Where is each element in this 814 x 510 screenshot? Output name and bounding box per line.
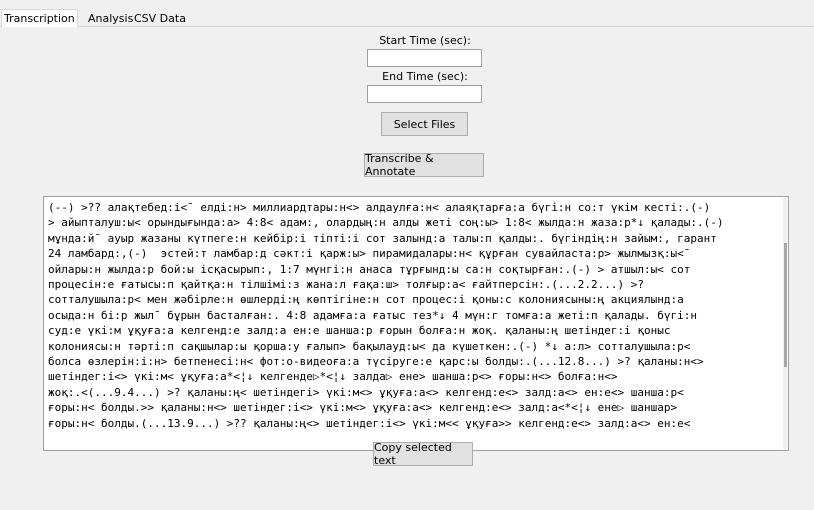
- transcript-line: болса өзлерін:і:н> бетпенесі:н< фот:о-ви…: [48, 355, 704, 369]
- tab-analysis[interactable]: Analysis: [86, 12, 135, 26]
- tab-transcription[interactable]: Transcription: [1, 9, 78, 27]
- transcript-line: шетіндег:і<> үкі:м< ұқуға:а*<¦↓ келгенде…: [48, 370, 618, 384]
- end-time-input[interactable]: [367, 85, 482, 103]
- transcript-line: сотталушыла:р< мен жәбірле:н өшлерді:ң к…: [48, 293, 684, 307]
- end-time-label: End Time (sec):: [382, 70, 468, 83]
- transcript-text-area[interactable]: (--) >?? алақтебед:і<¯ елді:н> миллиардт…: [43, 196, 789, 451]
- transcript-line: суд:е үкі:м ұқуға:а келгенд:е залд:а ен:…: [48, 324, 671, 338]
- transcript-line: осыда:н бі:р жыл¯ бұрын басталған:. 4:8 …: [48, 308, 698, 322]
- copy-selected-text-button[interactable]: Copy selected text: [373, 441, 473, 467]
- transcript-line: > айыпталуш:ы< орындығында:а> 4:8< адам:…: [48, 216, 724, 230]
- transcript-line: (--) >?? алақтебед:і<¯ елді:н> миллиардт…: [48, 201, 711, 214]
- transcript-line: ойлары:н жылда:р бой:ы ісқасырып:, 1:7 м…: [48, 262, 691, 276]
- transcript-line: колониясы:н тәрті:п сақшылар:ы қорша:у ғ…: [48, 339, 691, 353]
- tab-csv-data[interactable]: CSV Data: [132, 12, 188, 26]
- transcript-line: жоқ:.<(...9.4...) >? қаланы:ң< шетіндегі…: [48, 385, 684, 399]
- start-time-label: Start Time (sec):: [379, 34, 471, 47]
- start-time-input[interactable]: [367, 49, 482, 67]
- transcript-line: процесін:е ғатысы:п қайтқа:н тілшімі:з ж…: [48, 278, 645, 292]
- transcript-scroll-thumb[interactable]: [784, 243, 787, 367]
- transcript-line: 24 ламбард:,(-) эстей:т ламбар:д сәкт:і …: [48, 247, 691, 261]
- select-files-button[interactable]: Select Files: [381, 112, 468, 136]
- transcript-line: ғоры:н< болды.>> қаланы:н<> шетіндег:і<>…: [48, 401, 678, 415]
- notebook-tab-bar: Transcription Analysis CSV Data: [0, 0, 814, 27]
- transcript-line: мұнда:й¯ ауыр жазаны күтпеге:н кейбір:і …: [48, 231, 717, 245]
- transcribe-annotate-button[interactable]: Transcribe & Annotate: [364, 152, 484, 178]
- transcription-panel: Start Time (sec): End Time (sec): Select…: [0, 27, 814, 510]
- transcript-text: (--) >?? алақтебед:і<¯ елді:н> миллиардт…: [48, 200, 780, 431]
- transcript-line: ғоры:н< болды.(...13.9...) >?? қаланы:ң<…: [48, 416, 691, 430]
